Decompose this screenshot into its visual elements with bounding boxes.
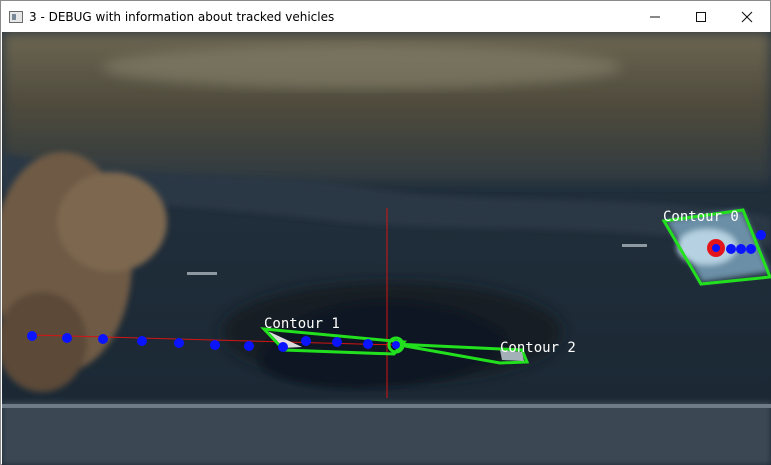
track-point — [278, 342, 288, 352]
minimize-icon — [650, 16, 660, 17]
contour-2-label: Contour 2 — [500, 340, 576, 356]
contour-0-label: Contour 0 — [663, 209, 739, 225]
track-point — [174, 338, 184, 348]
video-scene: Contour 1 Contour 2 Contour 0 — [2, 32, 771, 465]
track-point — [726, 244, 736, 254]
track-point — [62, 333, 72, 343]
track-point — [27, 331, 37, 341]
track-point — [332, 337, 342, 347]
track-point — [363, 339, 373, 349]
title-bar[interactable]: 3 - DEBUG with information about tracked… — [1, 1, 770, 32]
track-point — [756, 230, 766, 240]
minimize-button[interactable] — [632, 1, 678, 32]
track-point — [301, 336, 311, 346]
curb-line — [2, 404, 771, 408]
track-point — [736, 244, 746, 254]
sidewalk — [2, 402, 771, 465]
maximize-icon — [696, 11, 706, 22]
close-button[interactable] — [724, 1, 770, 32]
track-point — [137, 336, 147, 346]
app-window: 3 - DEBUG with information about tracked… — [0, 0, 771, 465]
centroid-marker-0 — [707, 239, 725, 257]
close-icon — [741, 11, 753, 22]
video-frame: Contour 1 Contour 2 Contour 0 — [2, 32, 771, 465]
window-title: 3 - DEBUG with information about tracked… — [29, 9, 335, 24]
track-point — [244, 341, 254, 351]
window-controls — [632, 1, 770, 32]
contour-1-label: Contour 1 — [264, 316, 340, 332]
app-icon — [9, 10, 23, 23]
track-point — [210, 340, 220, 350]
track-point — [746, 244, 756, 254]
maximize-button[interactable] — [678, 1, 724, 32]
blurred-highlight — [102, 45, 622, 89]
track-point — [98, 334, 108, 344]
